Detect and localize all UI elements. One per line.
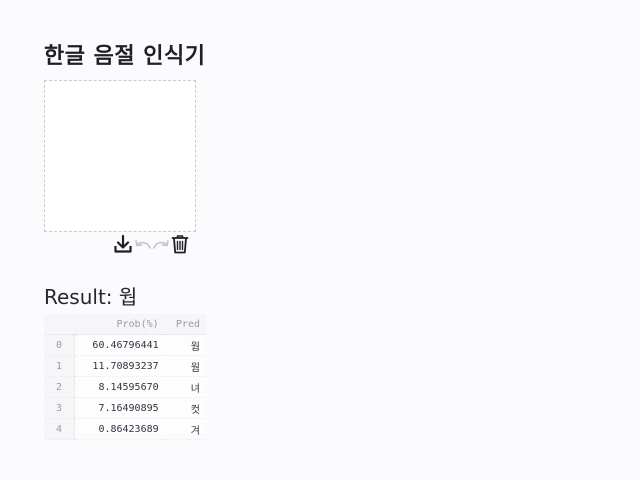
column-header-index bbox=[44, 314, 75, 335]
download-button[interactable] bbox=[112, 233, 134, 255]
prob-cell: 0.86423689 bbox=[98, 423, 159, 435]
prob-cell: 60.46796441 bbox=[92, 339, 159, 351]
column-header-prob: Prob(%) bbox=[74, 314, 165, 335]
pred-cell: 웜 bbox=[190, 362, 200, 374]
undo-button[interactable] bbox=[134, 233, 152, 255]
delete-button[interactable] bbox=[170, 233, 190, 255]
download-icon bbox=[114, 234, 132, 253]
result-label: Result: bbox=[44, 285, 113, 309]
redo-button[interactable] bbox=[152, 233, 170, 255]
canvas-toolbar bbox=[112, 233, 192, 255]
pred-cell: 웝 bbox=[190, 341, 200, 353]
pred-cell: 컷 bbox=[190, 404, 200, 416]
table-header-row: Prob(%) Pred bbox=[44, 314, 206, 335]
row-index: 3 bbox=[44, 397, 75, 419]
column-header-pred: Pred bbox=[164, 314, 206, 335]
pred-cell: 겨 bbox=[190, 425, 200, 437]
table-row: 2 8.14595670 녀 bbox=[44, 376, 206, 398]
undo-icon bbox=[135, 240, 151, 249]
table-row: 1 11.70893237 웜 bbox=[44, 355, 206, 377]
prob-cell: 11.70893237 bbox=[92, 360, 159, 372]
drawing-canvas[interactable] bbox=[44, 80, 196, 232]
trash-icon bbox=[171, 235, 189, 254]
row-index: 1 bbox=[44, 355, 75, 377]
table-row: 0 60.46796441 웝 bbox=[44, 334, 206, 356]
result-value: 웝 bbox=[118, 285, 138, 309]
result-text: Result: 웝 bbox=[44, 281, 137, 310]
row-index: 2 bbox=[44, 376, 75, 398]
table-row: 3 7.16490895 컷 bbox=[44, 397, 206, 419]
prob-cell: 8.14595670 bbox=[98, 381, 159, 393]
page-title: 한글 음절 인식기 bbox=[44, 44, 206, 69]
row-index: 4 bbox=[44, 418, 75, 440]
prediction-table: Prob(%) Pred 0 60.46796441 웝 1 11.708932… bbox=[44, 314, 206, 440]
redo-icon bbox=[153, 240, 169, 249]
pred-cell: 녀 bbox=[190, 383, 200, 395]
prob-cell: 7.16490895 bbox=[98, 402, 159, 414]
table-row: 4 0.86423689 겨 bbox=[44, 418, 206, 440]
app-page: 한글 음절 인식기 Result: 웝 Prob(%) Pred 0 60.46… bbox=[0, 0, 640, 480]
row-index: 0 bbox=[44, 334, 75, 356]
